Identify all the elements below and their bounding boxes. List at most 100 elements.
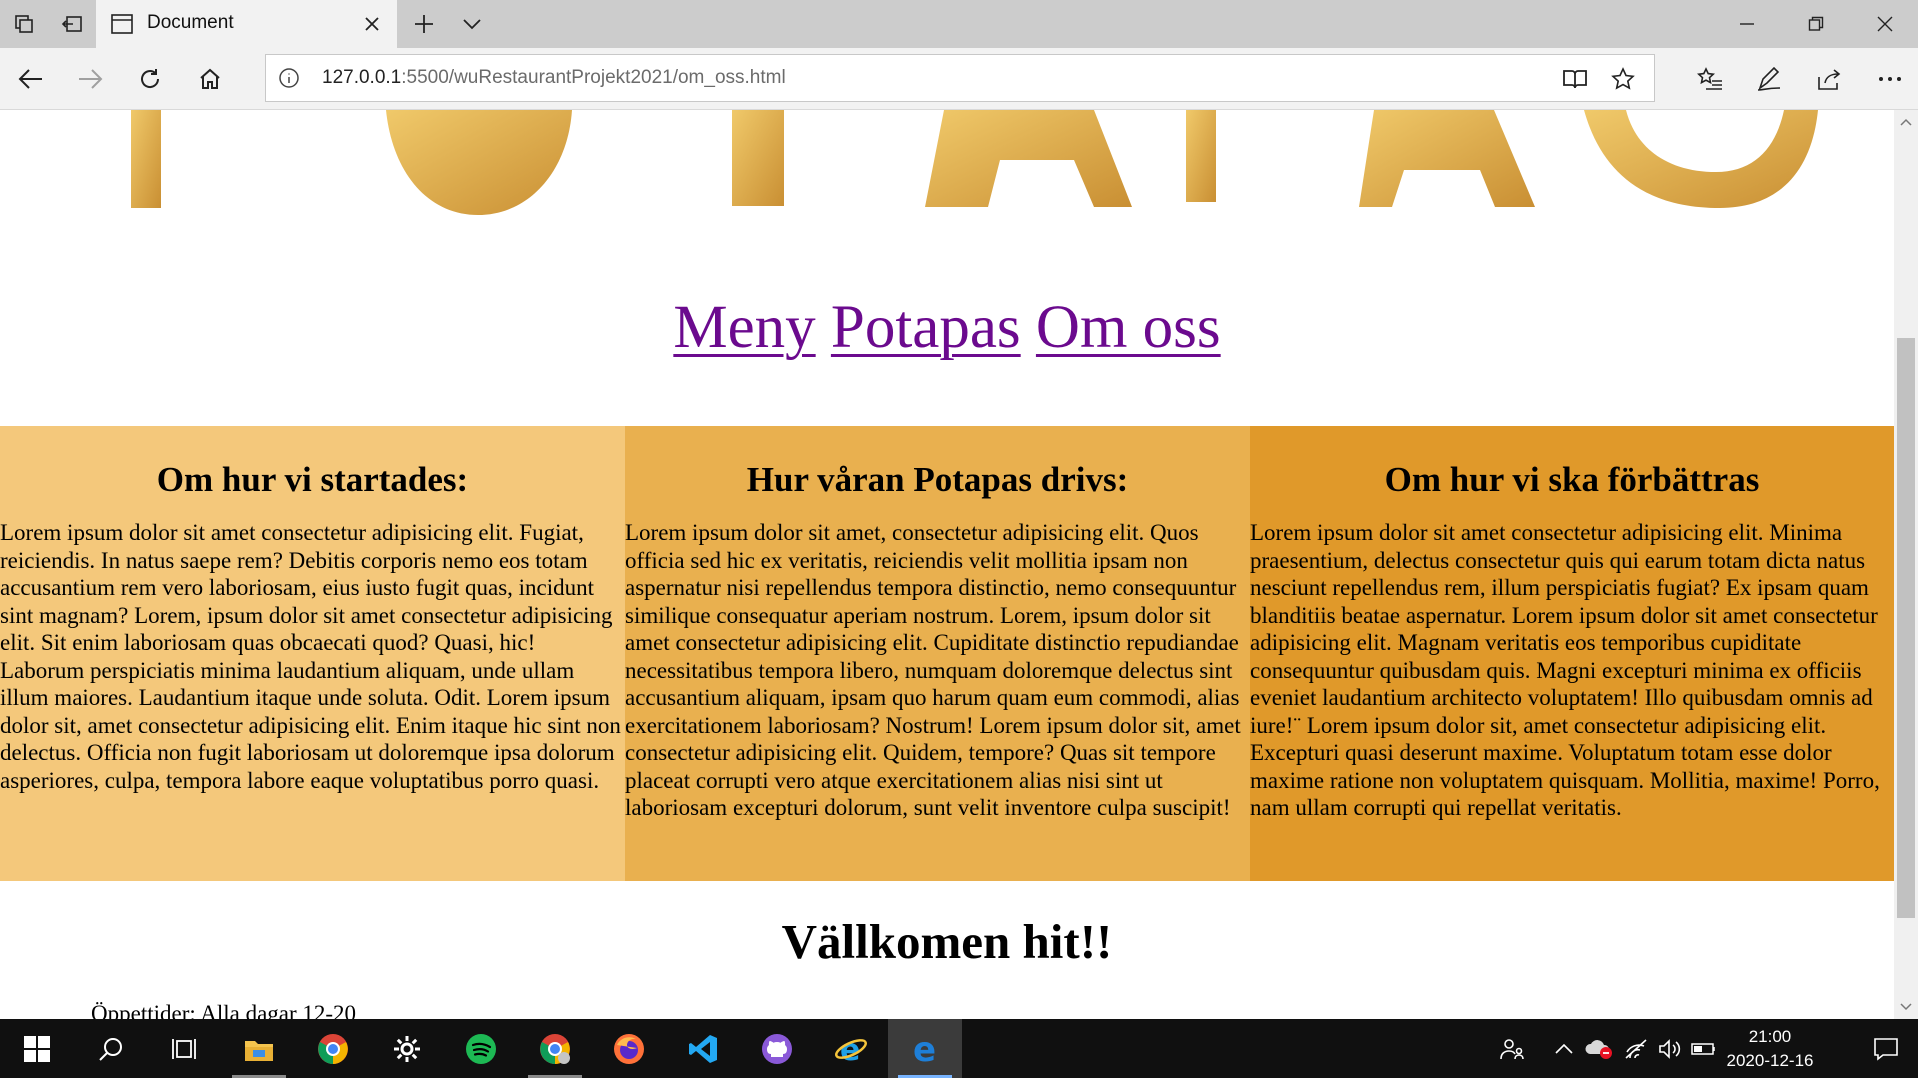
- column-start: Om hur vi startades: Lorem ipsum dolor s…: [0, 426, 625, 881]
- onedrive-button[interactable]: [1582, 1019, 1616, 1078]
- search-icon: [99, 1037, 122, 1061]
- star-icon: [1611, 67, 1635, 90]
- taskbar-app-edge[interactable]: e: [888, 1019, 962, 1078]
- notification-icon: [1874, 1037, 1898, 1061]
- more-icon: [1879, 77, 1901, 81]
- add-favorite-button[interactable]: [1606, 62, 1640, 96]
- onedrive-error-icon: [1585, 1039, 1612, 1059]
- volume-icon: [1659, 1038, 1681, 1059]
- spotify-icon: [466, 1033, 496, 1064]
- tab-manager-button[interactable]: [0, 0, 48, 48]
- notes-button[interactable]: [1745, 55, 1793, 103]
- scrollbar-thumb[interactable]: [1897, 338, 1915, 918]
- potapas-banner-image: [131, 110, 1818, 215]
- refresh-button[interactable]: [126, 55, 174, 103]
- scroll-down-icon: [1900, 1003, 1912, 1011]
- start-button[interactable]: [0, 1019, 74, 1078]
- page-viewport: Meny Potapas Om oss Om hur vi startades:…: [0, 110, 1894, 1019]
- more-button[interactable]: [1866, 55, 1914, 103]
- browser-tab-bar: Document: [0, 0, 1918, 48]
- clock-date: 2020-12-16: [1726, 1051, 1814, 1070]
- site-info-button[interactable]: [276, 65, 302, 91]
- tabs-aside-icon: [15, 15, 33, 33]
- page-scrollbar[interactable]: [1894, 110, 1918, 1019]
- forward-button[interactable]: [66, 55, 114, 103]
- column-text: Lorem ipsum dolor sit amet consectetur a…: [0, 520, 621, 793]
- column-operations: Hur våran Potapas drivs: Lorem ipsum dol…: [625, 426, 1250, 881]
- action-center-button[interactable]: [1854, 1019, 1918, 1078]
- taskbar-app-github-desktop[interactable]: [740, 1019, 814, 1078]
- taskbar-app-settings[interactable]: [370, 1019, 444, 1078]
- new-tab-button[interactable]: [400, 0, 448, 48]
- nav-link-meny[interactable]: Meny: [673, 294, 815, 361]
- taskbar-app-internet-explorer[interactable]: e: [814, 1019, 888, 1078]
- arrow-left-icon: [18, 69, 42, 89]
- home-button[interactable]: [186, 55, 234, 103]
- back-button[interactable]: [7, 55, 55, 103]
- set-aside-icon: [61, 16, 82, 32]
- column-heading: Om hur vi startades:: [156, 460, 469, 499]
- url-path: :5500/wuRestaurantProjekt2021/om_oss.htm…: [401, 67, 786, 88]
- refresh-icon: [141, 69, 160, 88]
- tab-title: Document: [147, 12, 234, 33]
- restore-button[interactable]: [1781, 0, 1850, 48]
- search-button[interactable]: [74, 1019, 148, 1078]
- task-view-button[interactable]: [148, 1019, 222, 1078]
- taskbar-app-firefox[interactable]: [592, 1019, 666, 1078]
- restore-icon: [1808, 16, 1823, 31]
- svg-text:e: e: [913, 1033, 936, 1065]
- settings-icon: [394, 1035, 420, 1062]
- chrome-icon: [318, 1033, 348, 1064]
- internet-explorer-icon: e: [835, 1033, 867, 1065]
- nav-link-potapas[interactable]: Potapas: [831, 294, 1021, 361]
- tab-preview-button[interactable]: [448, 0, 496, 48]
- home-icon: [200, 68, 220, 89]
- share-icon: [1818, 69, 1841, 90]
- favorites-button[interactable]: [1686, 55, 1734, 103]
- tab-document[interactable]: Document: [96, 0, 397, 48]
- reading-view-button[interactable]: [1558, 62, 1592, 96]
- column-text: Lorem ipsum dolor sit amet, consectetur …: [625, 520, 1241, 820]
- github-desktop-icon: [762, 1033, 792, 1064]
- nav-link-om-oss[interactable]: Om oss: [1036, 294, 1221, 361]
- clock-time: 21:00: [1748, 1027, 1792, 1046]
- vscode-icon: [689, 1034, 717, 1063]
- address-bar[interactable]: 127.0.0.1:5500/wuRestaurantProjekt2021/o…: [265, 54, 1655, 102]
- taskbar-clock[interactable]: 21:00 2020-12-16: [1720, 1025, 1820, 1073]
- url-text[interactable]: 127.0.0.1:5500/wuRestaurantProjekt2021/o…: [322, 67, 786, 89]
- svg-text:e: e: [840, 1033, 860, 1065]
- minimize-button[interactable]: [1712, 0, 1781, 48]
- taskbar-app-file-explorer[interactable]: [222, 1019, 296, 1078]
- battery-button[interactable]: [1688, 1019, 1720, 1078]
- set-tabs-aside-button[interactable]: [48, 0, 96, 48]
- close-window-button[interactable]: [1850, 0, 1918, 48]
- windows-logo-icon: [24, 1035, 50, 1062]
- taskbar-app-vscode[interactable]: [666, 1019, 740, 1078]
- chrome-profile-icon: [540, 1033, 570, 1064]
- windows-taskbar: e e 21:00 2020-12-16: [0, 1019, 1918, 1078]
- arrow-right-icon: [79, 69, 103, 89]
- tab-close-button[interactable]: [358, 10, 386, 38]
- taskbar-app-chrome-profile[interactable]: [518, 1019, 592, 1078]
- info-icon: [279, 68, 299, 88]
- show-hidden-icons-button[interactable]: [1550, 1019, 1578, 1078]
- volume-button[interactable]: [1654, 1019, 1686, 1078]
- column-heading: Hur våran Potapas drivs:: [746, 460, 1129, 499]
- taskbar-app-spotify[interactable]: [444, 1019, 518, 1078]
- close-icon: [365, 17, 379, 31]
- network-button[interactable]: [1620, 1019, 1652, 1078]
- scroll-up-icon: [1900, 118, 1912, 126]
- chevron-up-icon: [1555, 1043, 1573, 1054]
- close-icon: [1877, 16, 1892, 32]
- share-button[interactable]: [1805, 55, 1853, 103]
- browser-toolbar: 127.0.0.1:5500/wuRestaurantProjekt2021/o…: [0, 48, 1918, 110]
- people-icon: [1500, 1038, 1524, 1059]
- favorites-list-icon: [1697, 67, 1722, 90]
- taskbar-app-chrome[interactable]: [296, 1019, 370, 1078]
- info-columns: Om hur vi startades: Lorem ipsum dolor s…: [0, 426, 1894, 881]
- task-view-icon: [172, 1038, 196, 1059]
- people-button[interactable]: [1492, 1019, 1532, 1078]
- file-explorer-icon: [245, 1040, 273, 1061]
- wifi-icon: [1625, 1038, 1647, 1059]
- column-text: Lorem ipsum dolor sit amet consectetur a…: [1250, 520, 1880, 820]
